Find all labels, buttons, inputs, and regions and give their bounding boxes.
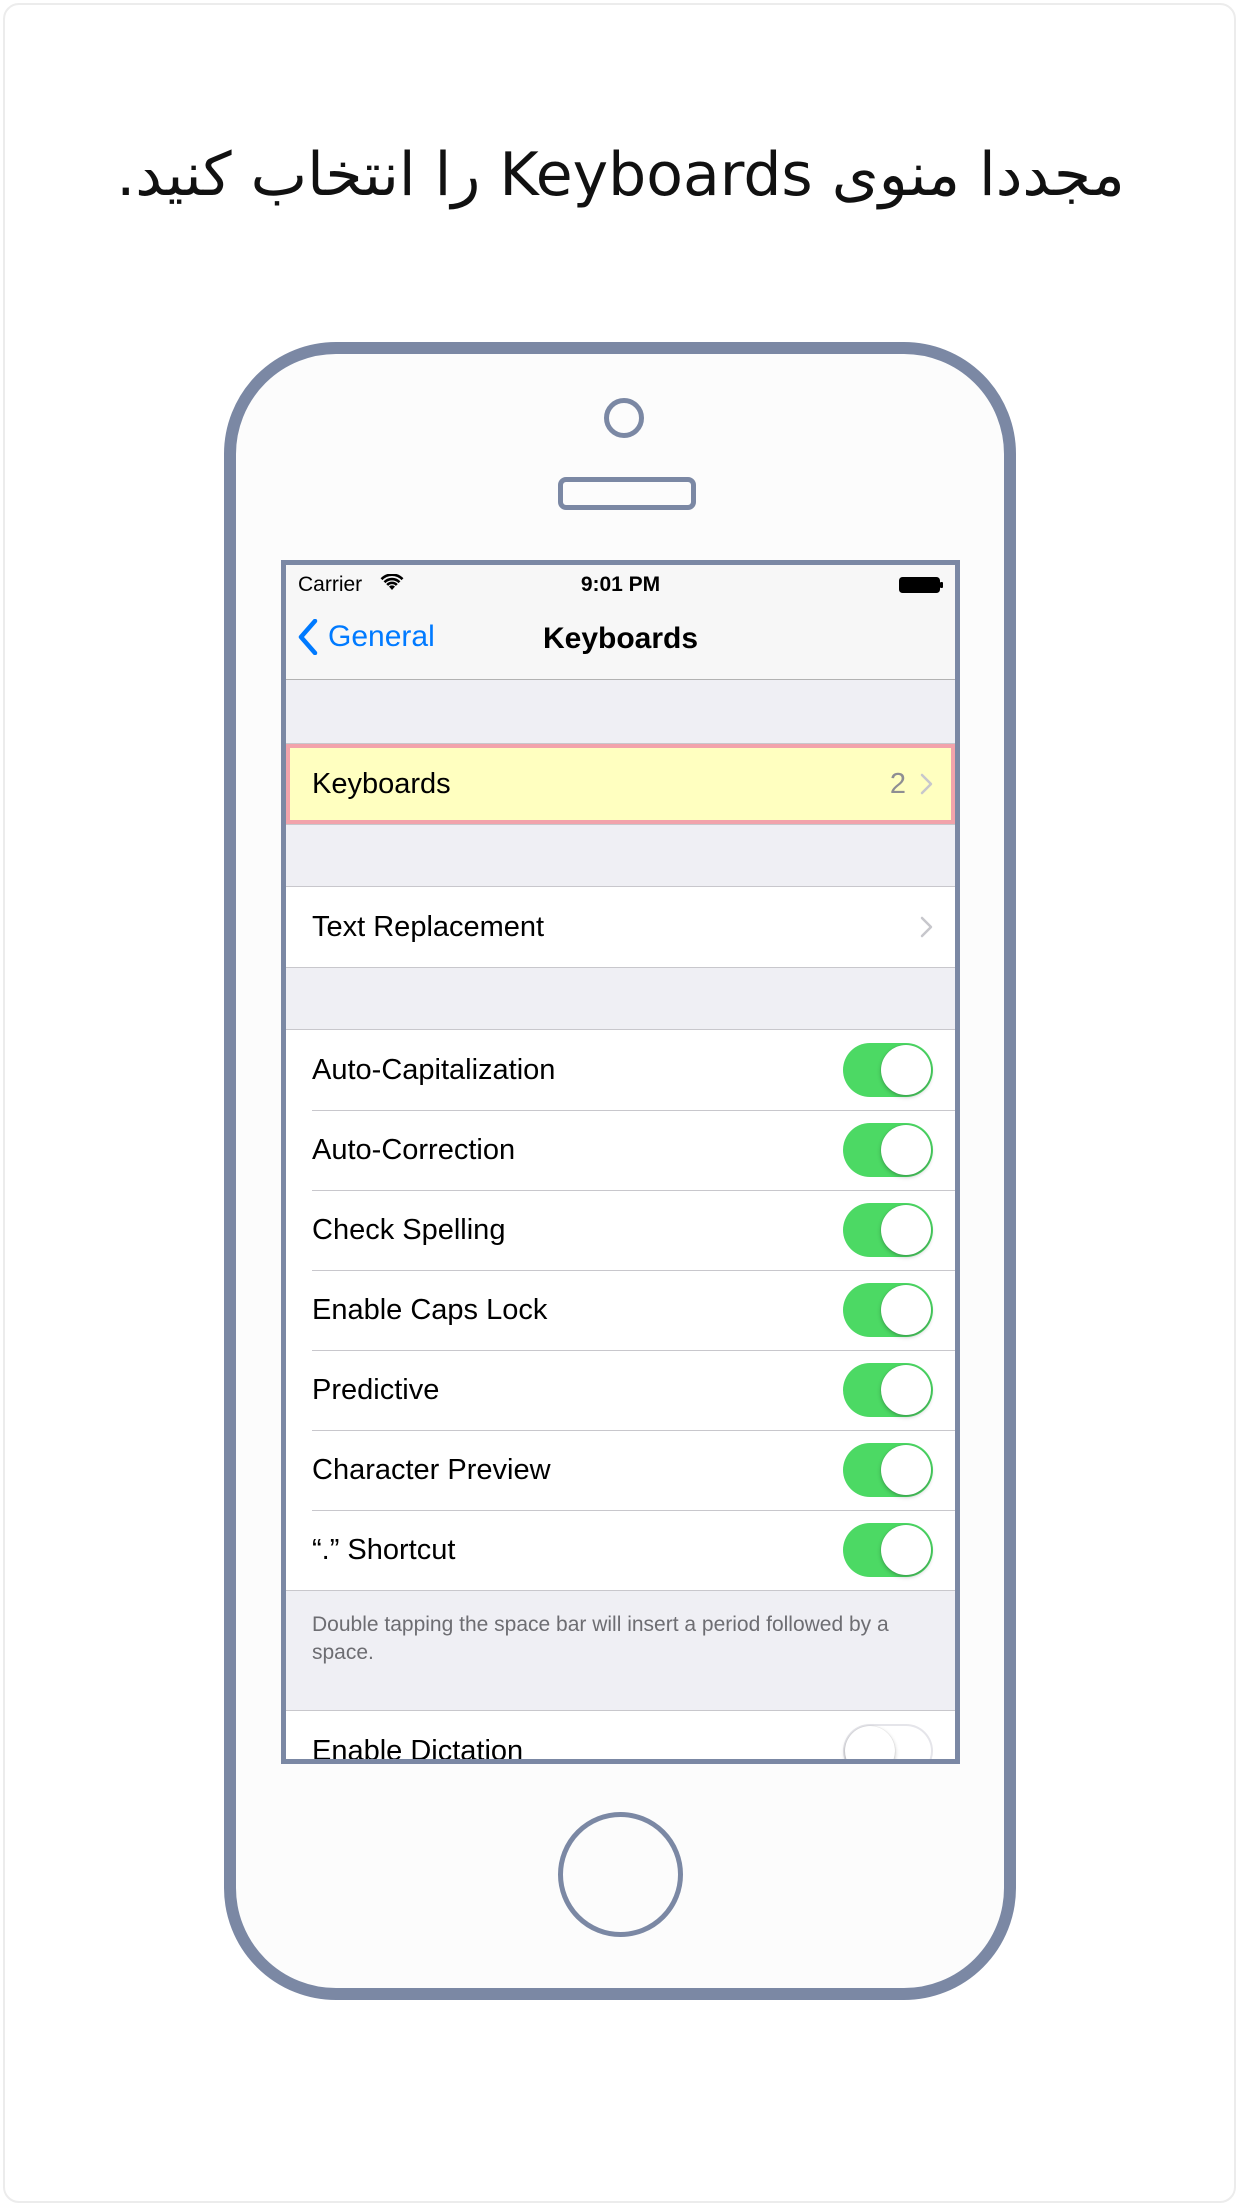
toggle-row-auto-capitalization: Auto-Capitalization — [286, 1030, 955, 1110]
text-replacement-label: Text Replacement — [312, 910, 545, 943]
keyboard-options-group: Auto-Capitalization Auto-Correction Chec… — [286, 1029, 955, 1591]
auto-correction-switch[interactable] — [843, 1123, 933, 1177]
text-replacement-row[interactable]: Text Replacement — [286, 887, 955, 967]
phone-screen: Carrier 9:01 PM General Keyboards Keyboa… — [281, 560, 960, 1764]
enable-caps-lock-switch[interactable] — [843, 1283, 933, 1337]
home-button[interactable] — [558, 1812, 683, 1937]
toggle-row-enable-caps-lock: Enable Caps Lock — [286, 1270, 955, 1350]
toggle-row-label: “.” Shortcut — [312, 1533, 456, 1566]
switch-knob — [881, 1205, 931, 1255]
instruction-text: مجددا منوی Keyboards را انتخاب کنید. — [116, 140, 1125, 210]
period-shortcut-switch[interactable] — [843, 1523, 933, 1577]
shortcut-footnote: Double tapping the space bar will insert… — [312, 1613, 889, 1664]
toggle-row-label: Predictive — [312, 1373, 440, 1406]
toggle-row-label: Auto-Correction — [312, 1133, 516, 1166]
switch-knob — [881, 1125, 931, 1175]
check-spelling-switch[interactable] — [843, 1203, 933, 1257]
speaker-icon — [558, 477, 696, 510]
page-title: Keyboards — [542, 622, 699, 655]
dictation-label: Enable Dictation — [312, 1734, 524, 1764]
toggle-row-auto-correction: Auto-Correction — [286, 1110, 955, 1190]
switch-knob — [845, 1726, 895, 1759]
switch-knob — [881, 1525, 931, 1575]
text-replacement-group: Text Replacement — [286, 886, 955, 968]
keyboards-row[interactable]: Keyboards 2 — [286, 744, 955, 824]
status-bar: Carrier 9:01 PM — [286, 565, 955, 597]
keyboards-count: 2 — [889, 767, 906, 800]
toggle-row-label: Character Preview — [312, 1453, 551, 1486]
clock-time: 9:01 PM — [580, 573, 661, 596]
camera-icon — [604, 398, 644, 438]
keyboards-group: Keyboards 2 — [286, 743, 955, 825]
toggle-row-label: Enable Caps Lock — [312, 1293, 548, 1326]
toggle-row-label: Auto-Capitalization — [312, 1053, 556, 1086]
toggle-row-enable-dictation: Enable Dictation — [286, 1711, 955, 1764]
toggle-row-label: Check Spelling — [312, 1213, 506, 1246]
toggle-row-character-preview: Character Preview — [286, 1430, 955, 1510]
predictive-switch[interactable] — [843, 1363, 933, 1417]
chevron-right-icon — [920, 773, 933, 795]
auto-capitalization-switch[interactable] — [843, 1043, 933, 1097]
switch-knob — [881, 1445, 931, 1495]
toggle-row-predictive: Predictive — [286, 1350, 955, 1430]
switch-knob — [881, 1285, 931, 1335]
character-preview-switch[interactable] — [843, 1443, 933, 1497]
dictation-group: Enable Dictation — [286, 1710, 955, 1764]
switch-knob — [881, 1045, 931, 1095]
battery-icon — [899, 577, 943, 593]
chevron-right-icon — [920, 916, 933, 938]
toggle-row-check-spelling: Check Spelling — [286, 1190, 955, 1270]
navigation-bar: General Keyboards — [286, 597, 955, 680]
enable-dictation-switch[interactable] — [843, 1724, 933, 1759]
toggle-row-period-shortcut: “.” Shortcut — [286, 1510, 955, 1590]
switch-knob — [881, 1365, 931, 1415]
keyboards-row-label: Keyboards — [312, 767, 451, 800]
